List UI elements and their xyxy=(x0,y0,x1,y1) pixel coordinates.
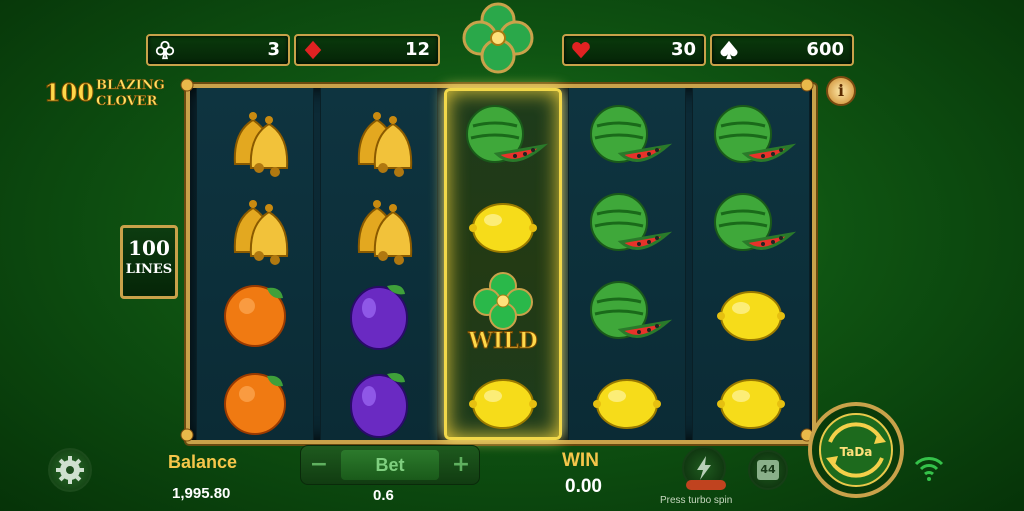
game-logo: 100 BLAZING CLOVER xyxy=(43,76,194,116)
wild-label: WILD xyxy=(467,328,538,354)
balance-value: 1,995.80 xyxy=(172,485,231,502)
bell-symbol xyxy=(205,180,305,266)
bell-icon xyxy=(233,112,289,177)
watermelon-icon xyxy=(714,105,797,163)
logo-line2: CLOVER xyxy=(96,94,158,110)
watermelon-symbol xyxy=(577,92,677,178)
watermelon-icon xyxy=(590,105,673,163)
plum-icon xyxy=(350,285,408,350)
corner-ornament-icon xyxy=(180,428,194,442)
corner-ornament-icon xyxy=(180,78,194,92)
orange-symbol xyxy=(205,356,305,442)
club-icon xyxy=(155,40,175,60)
logo-number: 100 xyxy=(43,78,95,108)
corner-ornament-icon xyxy=(800,78,814,92)
win-label: WIN xyxy=(562,450,599,471)
lemon-symbol xyxy=(701,356,801,442)
watermelon-symbol xyxy=(577,268,677,354)
reel-4 xyxy=(568,88,686,440)
heart-icon xyxy=(572,42,590,59)
watermelon-icon xyxy=(466,105,549,163)
lemon-icon xyxy=(717,379,785,429)
wild-icon: WILD xyxy=(467,272,538,355)
lemon-symbol xyxy=(701,268,801,354)
bell-icon xyxy=(233,200,289,265)
lemon-symbol xyxy=(453,356,553,442)
bet-increase-button[interactable]: + xyxy=(447,451,475,479)
wifi-icon xyxy=(914,457,944,481)
bet-control: − Bet + xyxy=(300,445,480,485)
watermelon-icon xyxy=(590,193,673,251)
lemon-icon xyxy=(593,379,661,429)
watermelon-symbol xyxy=(701,180,801,266)
settings-button[interactable] xyxy=(48,448,92,492)
lines-number: 100 xyxy=(128,236,170,260)
plum-icon xyxy=(350,373,408,438)
watermelon-symbol xyxy=(701,92,801,178)
wild-symbol: WILD xyxy=(453,268,553,355)
bet-value: 0.6 xyxy=(373,487,394,504)
club-counter: 3 xyxy=(146,34,290,66)
lemon-icon xyxy=(717,291,785,341)
lemon-symbol xyxy=(577,356,677,442)
spin-button[interactable]: TaDa xyxy=(808,402,904,498)
diamond-counter: 12 xyxy=(294,34,440,66)
heart-counter: 30 xyxy=(562,34,706,66)
watermelon-symbol xyxy=(453,92,553,178)
reel-2 xyxy=(320,88,438,440)
lines-badge: 100 LINES xyxy=(120,225,178,299)
diamond-icon xyxy=(304,40,322,60)
watermelon-symbol xyxy=(577,180,677,266)
plum-symbol xyxy=(329,268,429,354)
reels-frame: WILD xyxy=(186,84,816,444)
bet-label: Bet xyxy=(341,450,439,480)
plum-symbol xyxy=(329,356,429,442)
bell-symbol xyxy=(329,92,429,178)
lines-label: LINES xyxy=(125,262,173,277)
watermelon-icon xyxy=(714,193,797,251)
heart-count: 30 xyxy=(670,39,696,60)
clover-emblem-icon xyxy=(462,2,534,74)
spade-counter: 600 xyxy=(710,34,854,66)
gear-icon xyxy=(56,456,84,484)
bet-decrease-button[interactable]: − xyxy=(305,451,333,479)
lemon-icon xyxy=(469,203,537,253)
balance-label: Balance xyxy=(168,452,238,472)
reel-1 xyxy=(196,88,314,440)
reel-3: WILD xyxy=(444,88,562,440)
bell-symbol xyxy=(205,92,305,178)
turbo-label: Press turbo spin xyxy=(660,495,733,506)
diamond-count: 12 xyxy=(404,39,430,60)
bell-icon xyxy=(357,200,413,265)
bell-icon xyxy=(357,112,413,177)
logo-line1: BLAZING xyxy=(96,78,165,94)
orange-icon xyxy=(224,373,286,435)
bell-symbol xyxy=(329,180,429,266)
info-button[interactable]: i xyxy=(826,76,856,106)
auto-spin-button[interactable]: 44 xyxy=(748,450,788,490)
lemon-symbol xyxy=(453,180,553,266)
spade-icon xyxy=(720,40,738,60)
spade-count: 600 xyxy=(806,39,844,60)
reel-5 xyxy=(692,88,810,440)
watermelon-icon xyxy=(590,281,673,339)
turbo-indicator xyxy=(686,480,726,490)
win-value: 0.00 xyxy=(565,476,602,497)
orange-icon xyxy=(224,285,286,347)
auto-spin-count: 44 xyxy=(757,460,779,480)
orange-symbol xyxy=(205,268,305,354)
club-count: 3 xyxy=(267,39,280,60)
spin-label: TaDa xyxy=(840,445,873,459)
lemon-icon xyxy=(469,379,537,429)
